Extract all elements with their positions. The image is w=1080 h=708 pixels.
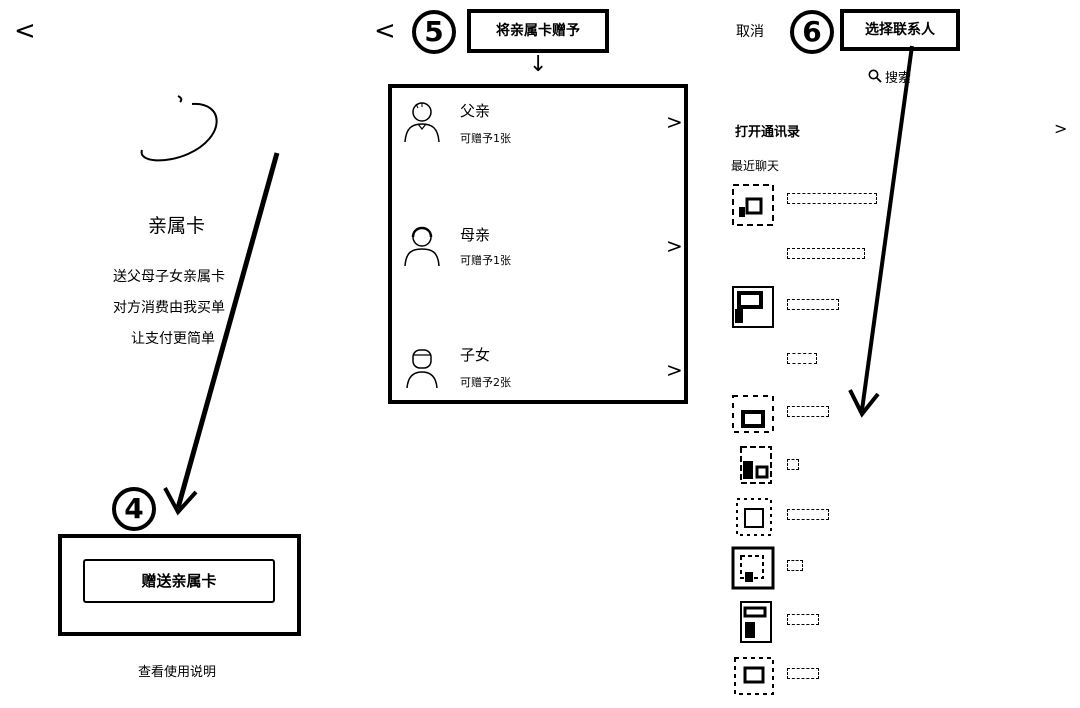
child-avatar-icon [406,349,438,389]
father-avatar-icon [404,102,440,143]
contact-avatar [731,546,775,590]
contact-name-redacted [787,353,817,364]
recipient-quota-father: 可赠予1张 [460,132,511,145]
recipient-row-father[interactable]: 父亲 可赠予1张 > [392,88,684,192]
contact-name-redacted [787,299,839,310]
contact-avatar [732,184,774,226]
contact-avatar [740,601,772,643]
recipient-row-child[interactable]: 子女 可赠予2张 > [392,336,684,400]
contact-avatar [740,446,772,484]
chevron-right-icon: > [666,234,683,258]
contact-row[interactable] [731,285,1031,331]
contact-name-redacted [787,459,799,470]
search-icon [868,69,882,83]
step-6-badge: 6 [790,10,834,54]
open-contacts-label[interactable]: 打开通讯录 [735,121,800,140]
chevron-right-icon[interactable]: > [1054,119,1067,138]
contact-row[interactable] [731,495,1031,539]
contact-name-redacted [787,614,819,625]
contact-avatar [732,395,774,433]
contact-avatar [736,498,772,536]
recipient-name-child: 子女 [460,346,491,364]
page-title: 将亲属卡赠予 [467,9,609,53]
contact-name-redacted [787,248,865,259]
cancel-button[interactable]: 取消 [736,21,764,41]
contact-row[interactable] [731,394,1031,434]
contact-avatar [732,286,774,328]
page-title: 选择联系人 [840,9,960,51]
chevron-right-icon: > [666,110,683,134]
recipient-row-mother[interactable]: 母亲 可赠予1张 > [392,212,684,316]
contact-name-redacted [787,406,829,417]
step-5-badge: 5 [412,10,456,54]
recipient-quota-child: 可赠予2张 [460,376,511,389]
contact-name-redacted [787,193,877,204]
recent-chats-label: 最近聊天 [731,159,780,173]
contact-name-redacted [787,668,819,679]
contact-row[interactable] [731,443,1031,487]
contact-name-redacted [787,509,829,520]
contact-row[interactable] [731,600,1031,644]
contact-row[interactable] [731,546,1031,590]
recipient-name-father: 父亲 [460,102,491,120]
contact-name-redacted [787,560,803,571]
back-icon[interactable]: < [374,18,396,44]
contact-row[interactable] [731,654,1031,698]
contact-avatar [734,657,774,695]
mother-avatar-icon [404,226,440,267]
contact-row[interactable] [731,345,1031,375]
recipient-name-mother: 母亲 [460,226,491,244]
chevron-right-icon: > [666,358,683,382]
contact-row[interactable] [731,183,1031,229]
contact-row[interactable] [731,238,1031,278]
recipient-quota-mother: 可赠予1张 [460,254,511,267]
arrow-down-icon: ↓ [529,52,548,77]
search-label: 搜索 [885,71,912,86]
